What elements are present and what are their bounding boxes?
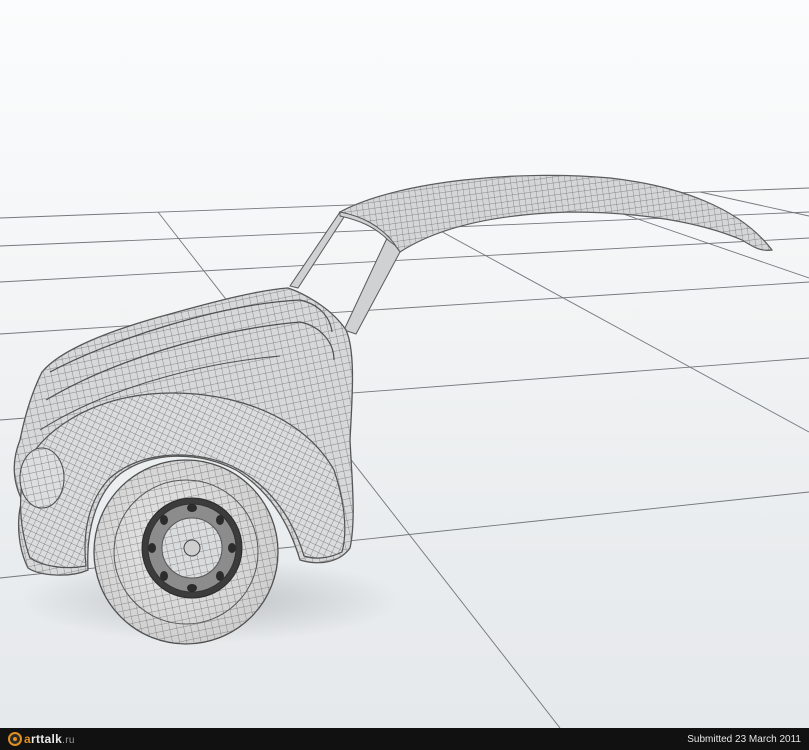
- front-wheel: [93, 459, 279, 645]
- footer-bar: arttalk.ru Submitted 23 March 2011: [0, 728, 809, 750]
- submitted-date: Submitted 23 March 2011: [687, 733, 801, 745]
- wireframe-render: [0, 174, 809, 728]
- logo-text: arttalk.ru: [24, 732, 75, 746]
- logo-icon: [8, 732, 22, 746]
- site-logo[interactable]: arttalk.ru: [8, 732, 75, 746]
- roof-panel: [338, 174, 774, 253]
- render-viewport: arttalk.ru Submitted 23 March 2011: [0, 0, 809, 750]
